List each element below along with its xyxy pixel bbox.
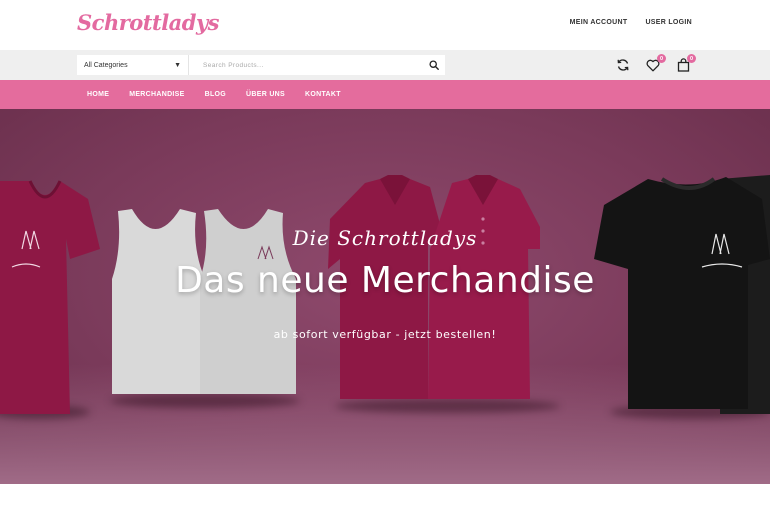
- account-links: MEIN ACCOUNT USER LOGIN: [570, 19, 692, 26]
- header-icons: 0 0: [614, 54, 696, 75]
- search-button[interactable]: [423, 55, 445, 75]
- hero-title: Das neue Merchandise: [175, 260, 595, 301]
- cart-count-badge: 0: [687, 54, 696, 63]
- top-header: Schrottladys MEIN ACCOUNT USER LOGIN: [0, 0, 770, 50]
- search-form: All Categories ▼: [77, 55, 445, 75]
- wishlist-button[interactable]: 0: [644, 54, 666, 75]
- nav-item-merchandise[interactable]: MERCHANDISE: [129, 91, 184, 98]
- site-logo[interactable]: Schrottladys: [77, 10, 219, 35]
- nav-item-home[interactable]: HOME: [87, 91, 109, 98]
- user-login-link[interactable]: USER LOGIN: [645, 19, 692, 26]
- nav-item-blog[interactable]: BLOG: [205, 91, 226, 98]
- category-select[interactable]: All Categories ▼: [77, 55, 189, 75]
- search-input[interactable]: [189, 55, 423, 75]
- hero-subtitle: ab sofort verfügbar - jetzt bestellen!: [273, 328, 497, 341]
- compare-button[interactable]: [614, 55, 632, 75]
- cart-button[interactable]: 0: [674, 54, 696, 75]
- wishlist-count-badge: 0: [657, 54, 666, 63]
- hero-banner[interactable]: Die Schrottladys Das neue Merchandise ab…: [0, 109, 770, 484]
- refresh-icon: [617, 59, 629, 71]
- chevron-down-icon: ▼: [174, 61, 181, 69]
- search-icon: [429, 60, 439, 70]
- main-nav: HOME MERCHANDISE BLOG ÜBER UNS KONTAKT: [0, 80, 770, 109]
- search-bar: All Categories ▼ 0: [0, 50, 770, 80]
- nav-item-kontakt[interactable]: KONTAKT: [305, 91, 341, 98]
- nav-item-ueber-uns[interactable]: ÜBER UNS: [246, 91, 285, 98]
- category-select-label: All Categories: [84, 61, 128, 69]
- nav-items: HOME MERCHANDISE BLOG ÜBER UNS KONTAKT: [87, 80, 341, 109]
- my-account-link[interactable]: MEIN ACCOUNT: [570, 19, 628, 26]
- hero-script-heading: Die Schrottladys: [292, 226, 478, 250]
